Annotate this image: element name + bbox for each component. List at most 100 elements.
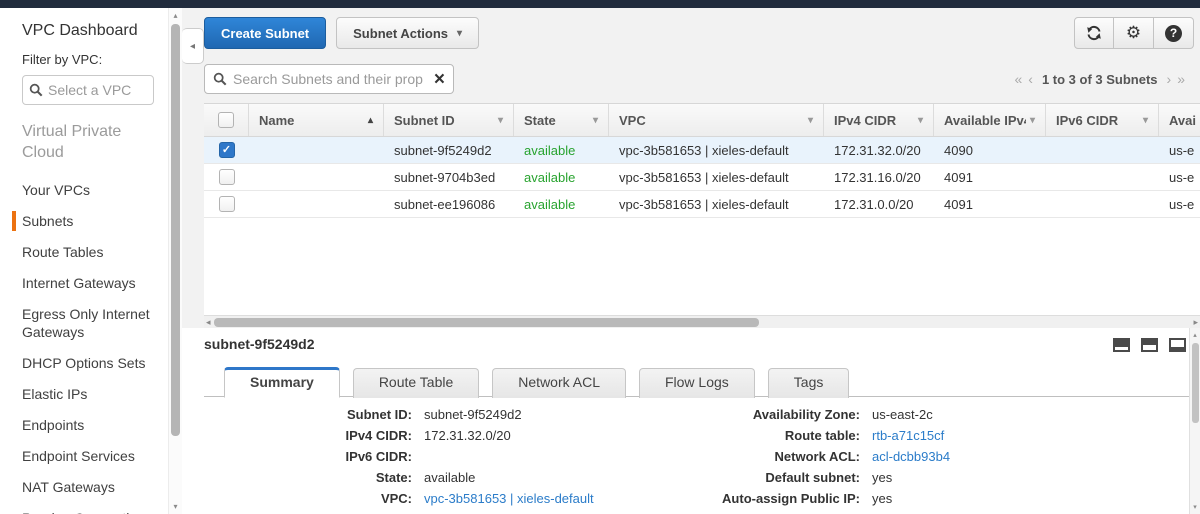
sidebar-item-route-tables[interactable]: Route Tables [22,243,168,261]
scroll-down-icon[interactable]: ▾ [1190,503,1200,511]
column-header-vpc[interactable]: VPC ▾ [609,104,824,136]
sidebar-item-internet-gateways[interactable]: Internet Gateways [22,274,168,292]
scroll-up-icon[interactable]: ▴ [1190,331,1200,339]
network-acl-link[interactable]: acl-dcbb93b4 [860,449,950,464]
column-label: Subnet ID [394,112,455,128]
sidebar-item-label: Egress Only Internet Gateways [22,306,150,340]
settings-button[interactable]: ⚙ [1114,17,1154,49]
first-page-icon[interactable]: « [1014,71,1022,87]
sidebar-title: VPC Dashboard [22,22,138,39]
field-value: us-east-2c [872,407,933,422]
availability-zone-cell: us-e [1169,169,1195,185]
detail-vertical-scrollbar[interactable]: ▴ ▾ [1189,328,1200,514]
prev-page-icon[interactable]: ‹ [1028,71,1033,87]
table-horizontal-scrollbar[interactable]: ◂ ▸ [204,315,1200,328]
sidebar-item-label: NAT Gateways [22,479,115,495]
main-content: ◂ Create Subnet Subnet Actions ▾ ⚙ ? Sea… [182,8,1200,514]
tab-route-table[interactable]: Route Table [352,368,480,398]
vpc-filter-placeholder: Select a VPC [48,82,132,98]
sidebar-item-nat-gateways[interactable]: NAT Gateways [22,478,168,496]
column-label: Name [259,112,295,128]
column-label: IPv4 CIDR [834,112,897,128]
subnet-actions-button[interactable]: Subnet Actions ▾ [336,17,480,49]
column-label: VPC [619,112,646,128]
column-header-ipv6-cidr[interactable]: IPv6 CIDR ▾ [1046,104,1159,136]
tab-summary[interactable]: Summary [224,367,340,398]
vpc-cell: vpc-3b581653 | xieles-default [619,196,789,212]
sidebar-item-endpoints[interactable]: Endpoints [22,416,168,434]
detail-tabs: Summary Route Table Network ACL Flow Log… [204,367,1200,398]
detail-panel: subnet-9f5249d2 Summary Route Table Netw… [182,328,1200,514]
column-header-state[interactable]: State ▾ [514,104,609,136]
row-checkbox[interactable] [218,196,235,212]
column-header-availability-zone[interactable]: Avai [1159,104,1200,136]
table-row[interactable]: ✓ subnet-9f5249d2 available vpc-3b581653… [204,137,1200,164]
row-checkbox[interactable]: ✓ [218,142,235,158]
sidebar-scrollbar-thumb[interactable] [171,24,180,436]
sidebar-scrollbar[interactable]: ▴ ▾ [168,8,182,514]
horizontal-scrollbar-thumb[interactable] [214,318,759,327]
sidebar-item-dhcp-options-sets[interactable]: DHCP Options Sets [22,354,168,372]
last-page-icon[interactable]: » [1177,71,1185,87]
row-checkbox[interactable] [218,169,235,185]
column-label: Avai [1169,112,1196,128]
field-value: available [424,470,476,485]
table-header: Name ▴ Subnet ID ▾ State ▾ VPC ▾ IPv4 CI… [204,103,1200,137]
search-input[interactable] [233,71,434,87]
sidebar-item-peering-connections[interactable]: Peering Connections [22,509,168,514]
chevron-down-icon: ▾ [807,114,813,126]
tab-tags[interactable]: Tags [767,368,850,398]
create-subnet-button[interactable]: Create Subnet [204,17,327,49]
column-header-subnet-id[interactable]: Subnet ID ▾ [384,104,514,136]
next-page-icon[interactable]: › [1167,71,1172,87]
refresh-button[interactable] [1074,17,1114,49]
field-value: subnet-9f5249d2 [424,407,522,422]
search-box: × [204,64,454,94]
search-row: × « ‹ 1 to 3 of 3 Subnets › » [204,64,1200,94]
half-pane-icon[interactable] [1141,338,1158,352]
subnets-table: Name ▴ Subnet ID ▾ State ▾ VPC ▾ IPv4 CI… [204,103,1200,315]
help-button[interactable]: ? [1154,17,1194,49]
active-item-marker [12,211,16,231]
clear-search-icon[interactable]: × [434,70,445,89]
select-all-checkbox[interactable] [218,112,234,128]
tab-flow-logs[interactable]: Flow Logs [638,368,755,398]
column-header-available-ipv4[interactable]: Available IPv4 A ▾ [934,104,1046,136]
tab-network-acl[interactable]: Network ACL [492,368,626,398]
maximize-pane-icon[interactable] [1169,338,1186,352]
sidebar-collapse-button[interactable]: ◂ [182,28,204,64]
chevron-down-icon: ▾ [497,114,503,126]
vpc-filter-select[interactable]: Select a VPC [22,75,154,105]
column-header-name[interactable]: Name ▴ [249,104,384,136]
column-header-ipv4-cidr[interactable]: IPv4 CIDR ▾ [824,104,934,136]
field-value: yes [872,470,893,485]
table-row[interactable]: subnet-ee196086 available vpc-3b581653 |… [204,191,1200,218]
sidebar-item-elastic-ips[interactable]: Elastic IPs [22,385,168,403]
sidebar-item-subnets[interactable]: Subnets [12,211,168,231]
vertical-scrollbar-thumb[interactable] [1192,343,1199,423]
vpc-link[interactable]: vpc-3b581653 | xieles-default [412,491,594,506]
available-ipv4-cell: 4091 [944,196,973,212]
vpc-cell: vpc-3b581653 | xieles-default [619,169,789,185]
table-body: ✓ subnet-9f5249d2 available vpc-3b581653… [204,137,1200,315]
scroll-up-icon[interactable]: ▴ [169,11,182,20]
sidebar-item-endpoint-services[interactable]: Endpoint Services [22,447,168,465]
subnet-id-cell: subnet-9704b3ed [394,169,496,185]
sidebar-item-egress-only-internet-gateways[interactable]: Egress Only Internet Gateways [22,305,168,341]
top-nav-bar [0,0,1200,8]
available-ipv4-cell: 4091 [944,169,973,185]
summary-left-column: Subnet ID: subnet-9f5249d2 IPv4 CIDR: 172.… [204,404,644,509]
chevron-down-icon: ▾ [592,114,598,126]
minimize-pane-icon[interactable] [1113,338,1130,352]
pagination: « ‹ 1 to 3 of 3 Subnets › » [1011,71,1188,87]
route-table-link[interactable]: rtb-a71c15cf [860,428,944,443]
toolbar: Create Subnet Subnet Actions ▾ ⚙ ? [204,17,1200,49]
gear-icon: ⚙ [1125,23,1142,42]
field-label: VPC: [380,491,412,506]
table-row[interactable]: subnet-9704b3ed available vpc-3b581653 |… [204,164,1200,191]
field-label: Default subnet: [765,470,860,485]
sidebar: VPC Dashboard Filter by VPC: Select a VP… [0,8,168,514]
sidebar-item-your-vpcs[interactable]: Your VPCs [22,181,168,199]
scroll-down-icon[interactable]: ▾ [169,502,182,511]
availability-zone-cell: us-e [1169,196,1195,212]
